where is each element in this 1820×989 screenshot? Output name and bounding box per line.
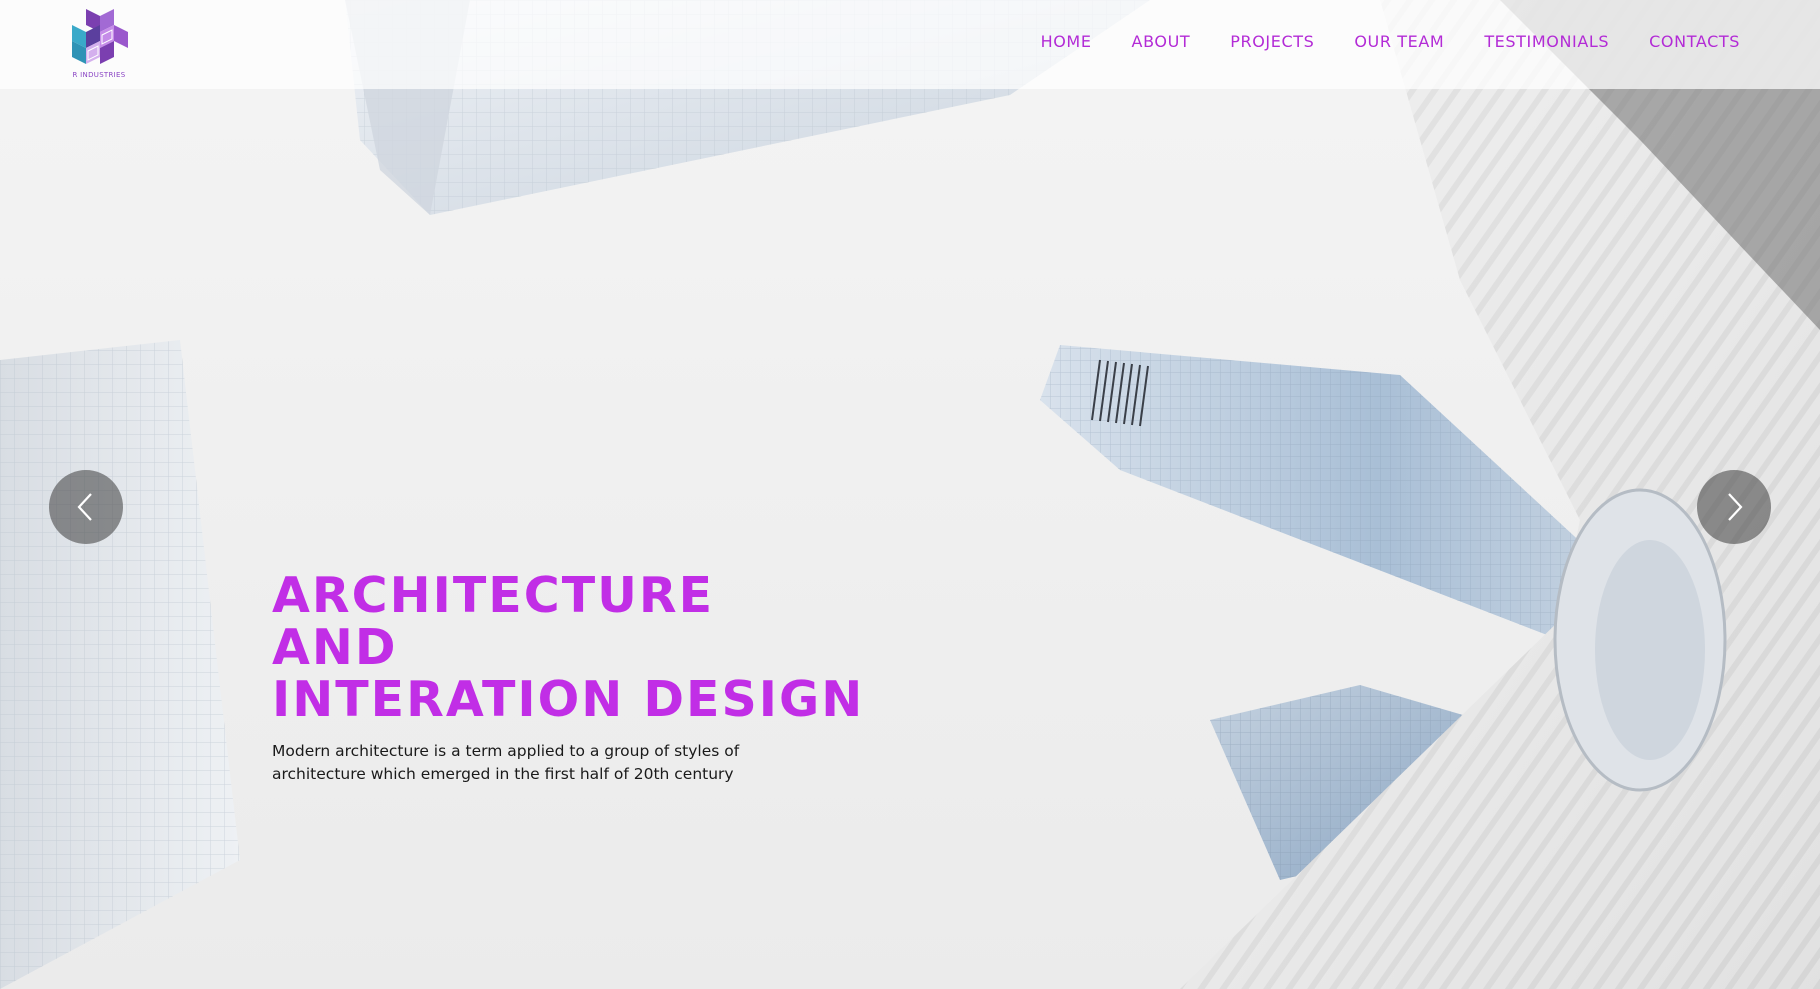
nav-contacts[interactable]: CONTACTS	[1649, 32, 1740, 51]
hero-title: ARCHITECTURE AND INTERATION DESIGN	[272, 570, 864, 726]
hero-description: Modern architecture is a term applied to…	[272, 742, 740, 783]
brand-name: R INDUSTRIES	[72, 71, 126, 79]
brand-logo[interactable]: R INDUSTRIES	[64, 7, 134, 83]
hero-title-line-3: INTERATION DESIGN	[272, 671, 865, 728]
nav-home[interactable]: HOME	[1041, 32, 1092, 51]
nav-about[interactable]: ABOUT	[1132, 32, 1191, 51]
chevron-right-icon	[1728, 493, 1743, 521]
nav-projects[interactable]: PROJECTS	[1230, 32, 1314, 51]
slider-next-button[interactable]	[1697, 470, 1771, 544]
nav-our-team[interactable]: OUR TEAM	[1354, 32, 1444, 51]
cube-logo-icon	[72, 9, 128, 64]
site-header: R INDUSTRIES HOME ABOUT PROJECTS OUR TEA…	[0, 0, 1820, 89]
hero-title-line-2: AND	[272, 619, 398, 676]
main-nav: HOME ABOUT PROJECTS OUR TEAM TESTIMONIAL…	[1001, 32, 1740, 51]
nav-testimonials[interactable]: TESTIMONIALS	[1484, 32, 1609, 51]
hero-title-line-1: ARCHITECTURE	[272, 567, 715, 624]
hero-background-image	[0, 0, 1820, 989]
chevron-left-icon	[77, 493, 92, 521]
landing-page: R INDUSTRIES HOME ABOUT PROJECTS OUR TEA…	[0, 0, 1820, 989]
slider-prev-button[interactable]	[49, 470, 123, 544]
hero-content: ARCHITECTURE AND INTERATION DESIGN Moder…	[272, 570, 864, 786]
